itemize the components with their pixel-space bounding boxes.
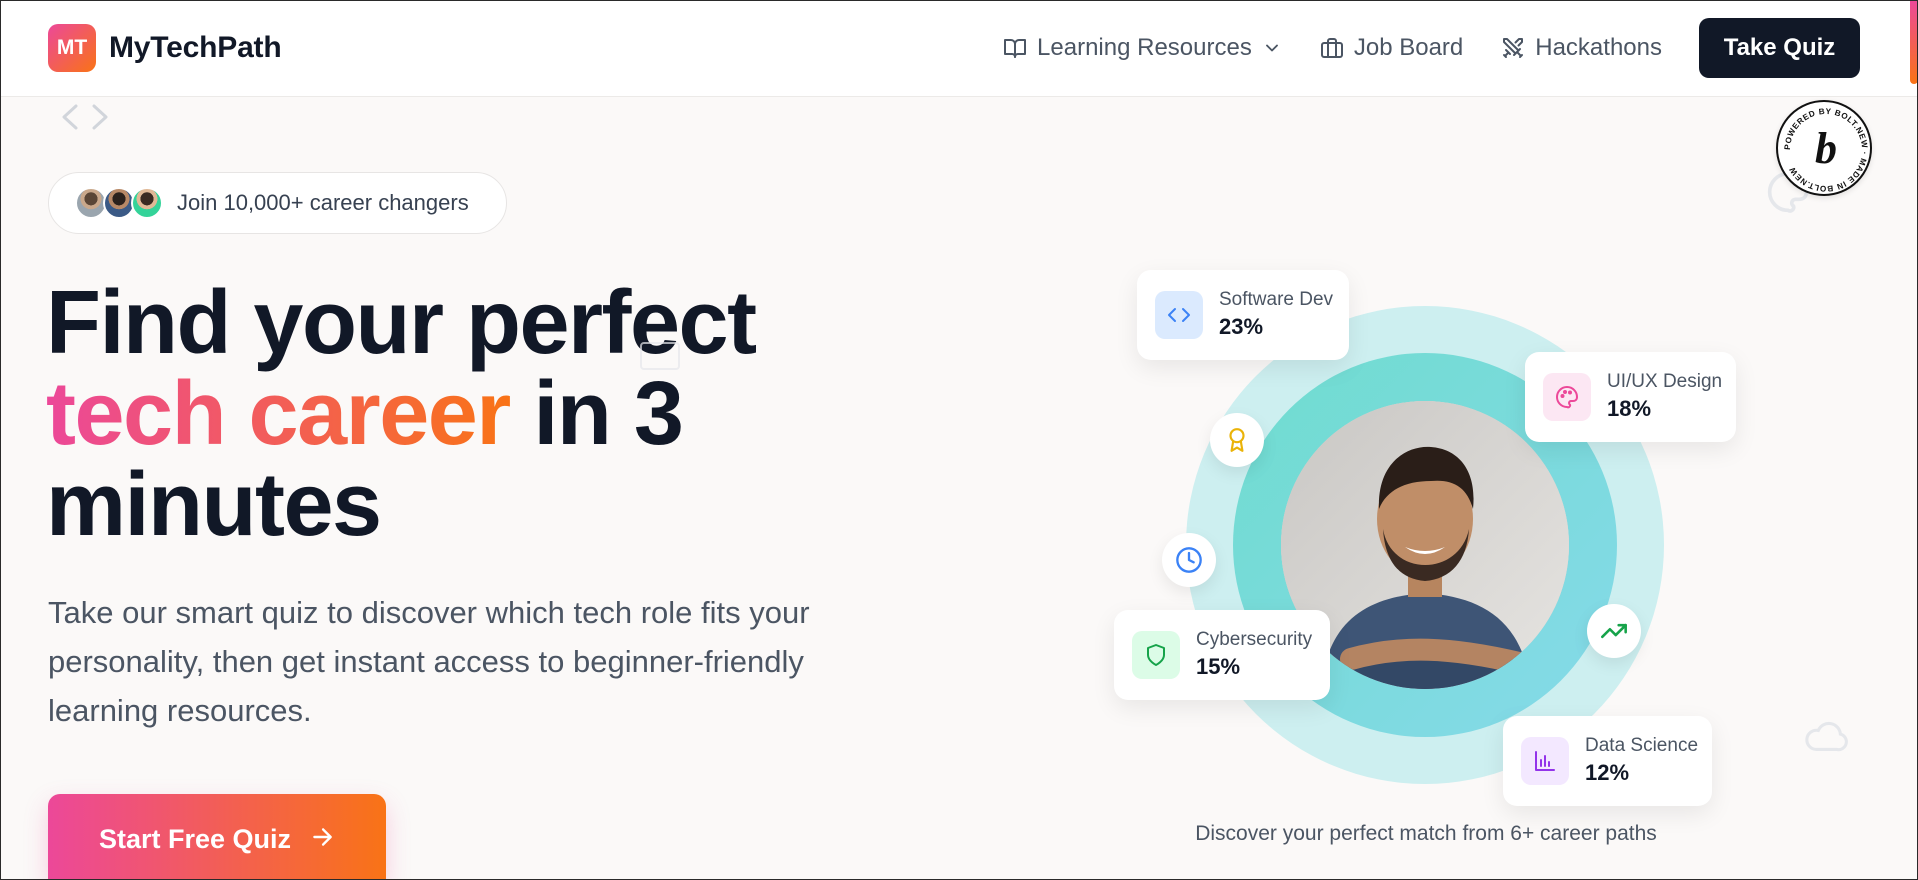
arrow-right-icon bbox=[313, 828, 332, 846]
palette-icon bbox=[1543, 373, 1591, 421]
card-label: UI/UX Design bbox=[1607, 371, 1723, 392]
card-text: Data Science 12% bbox=[1585, 734, 1698, 788]
badge-text: Join 10,000+ career changers bbox=[177, 190, 469, 215]
bolt-badge[interactable]: POWERED BY BOLT.NEW · MADE IN BOLT.NEW b bbox=[1776, 100, 1872, 196]
headline-after-highlight: in 3 bbox=[509, 364, 684, 464]
card-value: 18% bbox=[1607, 396, 1652, 421]
nav-label: Learning Resources bbox=[1037, 34, 1252, 61]
code-brackets-icon bbox=[60, 100, 110, 143]
brand-logo[interactable]: MT MyTechPath bbox=[48, 24, 282, 72]
avatar-group bbox=[75, 187, 163, 219]
cta-label: Start Free Quiz bbox=[98, 824, 292, 854]
card-value: 23% bbox=[1219, 314, 1264, 339]
hero-subtitle: Take our smart quiz to discover which te… bbox=[48, 595, 810, 728]
card-text: Software Dev 23% bbox=[1219, 288, 1333, 342]
scrollbar-thumb[interactable] bbox=[1910, 0, 1918, 84]
book-icon bbox=[1004, 39, 1027, 58]
avatar bbox=[131, 187, 163, 219]
headline-line3: minutes bbox=[46, 455, 382, 555]
briefcase-icon bbox=[1320, 38, 1343, 58]
cloud-icon bbox=[1803, 718, 1849, 759]
brand-name: MyTechPath bbox=[109, 31, 282, 64]
take-quiz-button[interactable]: Take Quiz bbox=[1699, 18, 1860, 78]
nav-label: Job Board bbox=[1353, 34, 1464, 61]
code-icon bbox=[1155, 291, 1203, 339]
card-label: Data Science bbox=[1585, 735, 1699, 756]
career-card-data-science: Data Science 12% bbox=[1503, 716, 1712, 806]
headline-highlight: tech career bbox=[46, 364, 511, 464]
clock-icon bbox=[1162, 533, 1216, 587]
career-card-software-dev: Software Dev 23% bbox=[1137, 270, 1349, 360]
card-label: Cybersecurity bbox=[1196, 629, 1313, 650]
award-icon bbox=[1210, 413, 1264, 467]
trending-up-icon bbox=[1587, 604, 1641, 658]
decorative-box bbox=[640, 342, 680, 370]
site-header: MT MyTechPath Learning Resources Job Boa… bbox=[0, 0, 1918, 97]
hero-headline: Find your perfect tech career in 3 minut… bbox=[46, 278, 906, 551]
nav-label: Hackathons bbox=[1535, 34, 1662, 61]
main-nav: Learning Resources Job Board Hackathons … bbox=[965, 18, 1860, 78]
logo-mark: MT bbox=[48, 24, 96, 72]
chevron-down-icon bbox=[1265, 44, 1278, 52]
nav-hackathons[interactable]: Hackathons bbox=[1501, 34, 1662, 62]
start-quiz-button[interactable]: Start Free Quiz bbox=[48, 794, 386, 880]
nav-job-board[interactable]: Job Board bbox=[1320, 34, 1463, 62]
social-proof-badge: Join 10,000+ career changers bbox=[48, 172, 507, 234]
shield-icon bbox=[1132, 631, 1180, 679]
card-text: UI/UX Design 18% bbox=[1607, 370, 1722, 424]
card-text: Cybersecurity 15% bbox=[1196, 628, 1312, 682]
career-card-uiux-design: UI/UX Design 18% bbox=[1525, 352, 1736, 442]
card-label: Software Dev bbox=[1219, 289, 1334, 310]
bar-chart-icon bbox=[1521, 737, 1569, 785]
card-value: 12% bbox=[1585, 760, 1630, 785]
card-value: 15% bbox=[1196, 654, 1241, 679]
career-card-cybersecurity: Cybersecurity 15% bbox=[1114, 610, 1330, 700]
svg-text:b: b bbox=[1815, 124, 1837, 173]
career-paths-caption: Discover your perfect match from 6+ care… bbox=[1195, 822, 1657, 845]
swords-icon bbox=[1503, 38, 1524, 58]
nav-learning-resources[interactable]: Learning Resources bbox=[1003, 34, 1282, 62]
